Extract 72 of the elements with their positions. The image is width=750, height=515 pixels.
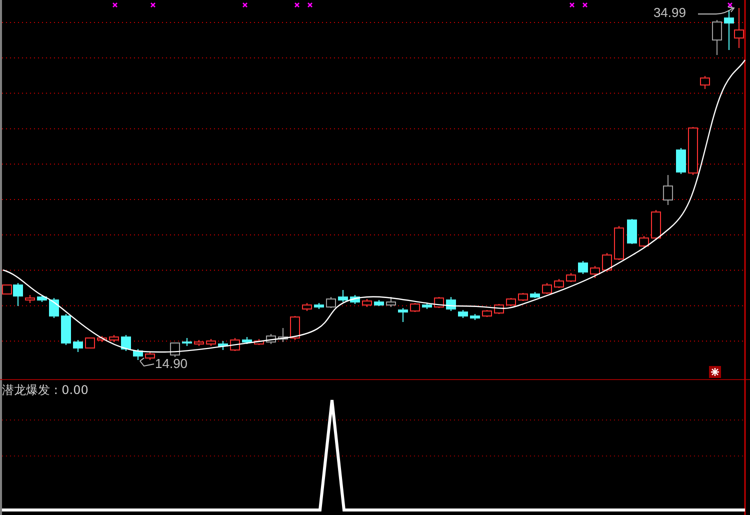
candlestick [182,338,192,346]
cross-mark-icon [307,2,313,8]
low-price-label: 14.90 [155,356,188,371]
candlestick [61,314,71,346]
candlestick [614,226,624,260]
candlestick [530,292,540,298]
cross-mark-icon [727,2,733,8]
candlestick [85,338,95,348]
candlestick [194,340,204,346]
candlestick [627,218,637,244]
candlestick [302,302,312,312]
candlestick [651,210,661,240]
candlestick [578,260,588,274]
candlestick [639,236,649,248]
candlestick [676,148,686,174]
candlestick [398,308,408,322]
candlestick [700,76,710,90]
cross-mark-icon [150,2,156,8]
candlestick [145,352,155,360]
candlestick [494,304,504,314]
candlestick [554,278,564,288]
candlestick [97,336,107,342]
candlestick [602,252,612,272]
candlestick [663,174,673,206]
candlestick [37,296,47,302]
candlestick [218,340,228,350]
candlestick [470,314,480,320]
candlestick [688,126,698,176]
candlestick [266,334,276,344]
candlestick [734,8,744,48]
leader-line [140,358,154,367]
candlestick [170,342,180,358]
high-price-label: 34.99 [653,5,686,20]
candlestick [374,300,384,306]
candlestick [206,338,216,346]
cross-mark-icon [569,2,575,8]
cross-mark-icon [112,2,118,8]
candlestick [724,10,734,50]
candlestick [338,290,348,302]
candlestick [25,294,35,304]
candlestick [121,334,131,352]
candlestick [242,336,252,344]
indicator-title: 潜龙爆发 : 0.00 [2,382,88,399]
candlestick [566,272,576,282]
candlestick [422,302,432,310]
candlestick [230,338,240,352]
candlestick [290,316,300,340]
asterisk-icon [709,366,721,378]
candlestick [386,296,396,308]
candlestick [482,310,492,318]
candlestick [49,298,59,318]
candlestick [362,298,372,308]
candlestick [542,282,552,294]
candlestick [73,340,83,352]
candlestick [133,348,143,360]
candlestick [458,310,468,318]
leader-line [698,6,734,14]
candlestick [278,328,288,342]
candlestick [590,266,600,278]
cross-mark-icon [294,2,300,8]
candlestick [506,298,516,306]
candlestick [410,302,420,312]
cross-mark-icon [242,2,248,8]
candlestick [446,296,456,312]
candlestick [326,296,336,308]
candlestick [109,334,119,342]
candlestick [314,302,324,310]
candlestick [518,292,528,302]
cross-mark-icon [582,2,588,8]
candlestick [254,338,264,346]
candlestick [712,20,722,56]
candlestick [350,294,360,304]
